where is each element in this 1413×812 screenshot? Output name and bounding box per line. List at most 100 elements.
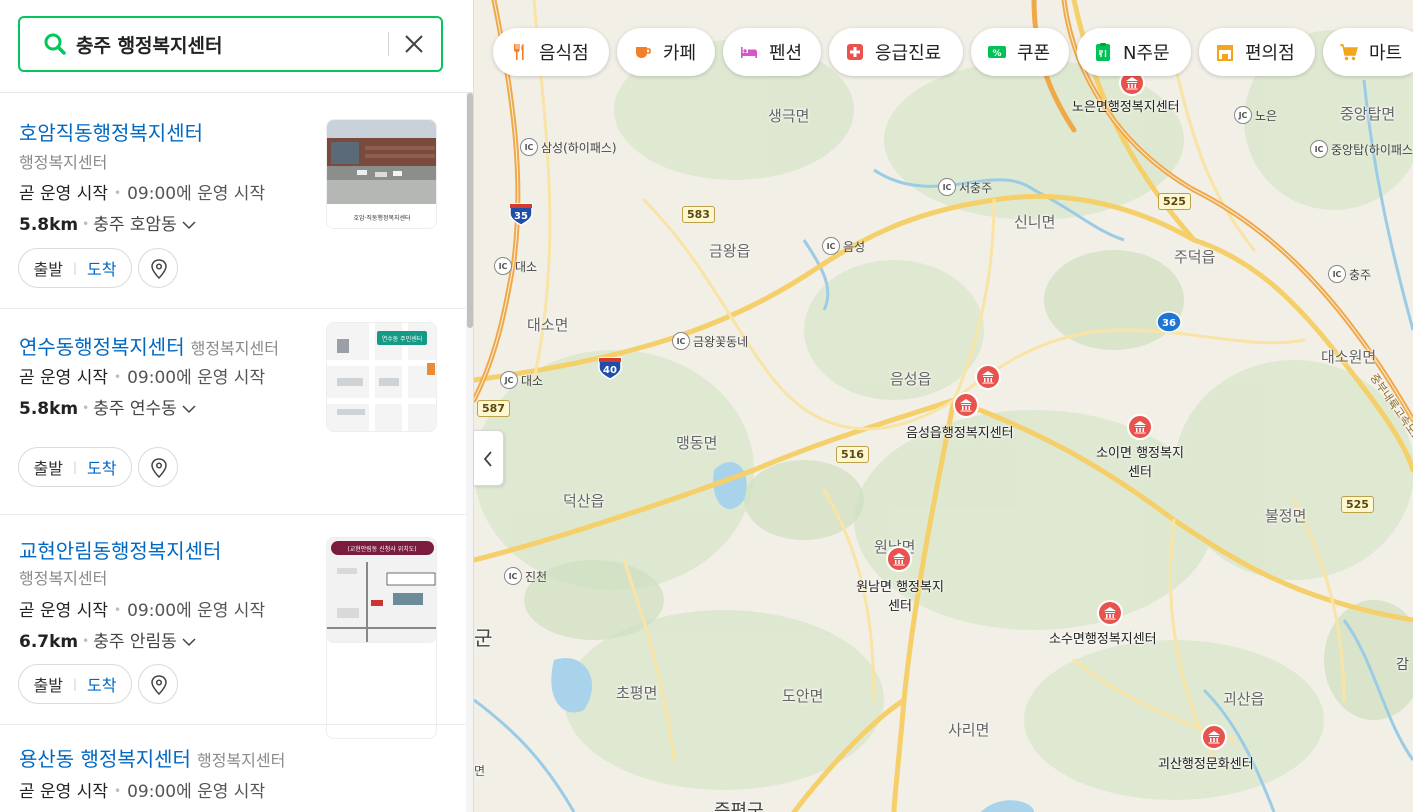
government-building-icon[interactable] <box>1201 724 1227 750</box>
result-distance[interactable]: 5.8km • 충주 연수동 <box>19 394 196 419</box>
center-label[interactable]: 괴산행정문화센터 <box>1158 755 1254 774</box>
region-label: 면 <box>474 764 486 778</box>
result-status: 곧 운영 시작 • 09:00에 운영 시작 <box>19 596 265 621</box>
save-place-button[interactable] <box>138 248 178 288</box>
map-pin-icon <box>151 458 167 478</box>
list-item[interactable]: 용산동 행정복지센터 행정복지센터 곧 운영 시작 • 09:00에 운영 시작 <box>0 725 466 812</box>
result-title[interactable]: 교현안림동행정복지센터 <box>19 535 221 564</box>
save-place-button[interactable] <box>138 447 178 487</box>
search-box[interactable] <box>18 16 443 72</box>
result-distance[interactable]: 5.8km • 충주 호암동 <box>19 210 196 235</box>
road-number: 525 <box>1341 496 1374 513</box>
chip-emergency[interactable]: 응급진료 <box>829 28 963 76</box>
chip-restaurant[interactable]: 음식점 <box>493 28 609 76</box>
center-label[interactable]: 음성읍행정복지센터 <box>906 424 1014 443</box>
svg-text:35: 35 <box>514 211 528 222</box>
chip-pension[interactable]: 펜션 <box>723 28 821 76</box>
coffee-cup-icon <box>636 47 651 58</box>
result-thumbnail[interactable]: 연수동 주민센터 <box>326 322 437 432</box>
ic-label: IC 대소 <box>494 257 537 275</box>
region-label: 금왕읍 <box>709 242 751 260</box>
road-number: 516 <box>836 446 869 463</box>
separator-dot: • <box>82 401 90 415</box>
scrollbar-thumb[interactable] <box>467 93 473 328</box>
region-label: 덕산읍 <box>563 492 605 510</box>
result-distance[interactable]: 6.7km • 충주 안림동 <box>19 627 196 652</box>
center-label[interactable]: 소수면행정복지센터 <box>1049 630 1157 649</box>
chevron-down-icon <box>182 221 196 230</box>
arrive-button[interactable]: 도착 <box>87 672 116 696</box>
svg-text:36: 36 <box>1162 318 1176 329</box>
result-thumbnail[interactable] <box>326 629 437 739</box>
highway-shield-icon: 40 <box>598 357 622 380</box>
results-list[interactable]: 호암직동행정복지센터 행정복지센터 곧 운영 시작 • 09:00에 운영 시작 5… <box>0 93 466 812</box>
highway-shield-icon: 36 <box>1156 311 1182 333</box>
separator-dot: • <box>82 217 90 231</box>
start-button[interactable]: 출발 <box>34 256 63 280</box>
region-label: 생극면 <box>768 107 810 125</box>
chip-n-order[interactable]: N주문 <box>1077 28 1191 76</box>
result-status: 곧 운영 시작 • 09:00에 운영 시작 <box>19 777 265 802</box>
svg-text:40: 40 <box>603 365 617 376</box>
collapse-panel-button[interactable] <box>474 430 504 486</box>
separator-dot: • <box>82 634 90 648</box>
government-building-icon[interactable] <box>1097 600 1123 626</box>
list-item[interactable]: 연수동행정복지센터 행정복지센터 곧 운영 시작 • 09:00에 운영 시작 5.8… <box>0 309 466 515</box>
result-thumbnail[interactable]: 호암·직동행정복지센터 <box>326 119 437 229</box>
save-place-button[interactable] <box>138 664 178 704</box>
separator-dot: • <box>114 603 122 617</box>
result-title[interactable]: 연수동행정복지센터 행정복지센터 <box>19 331 279 360</box>
ic-label: IC 충주 <box>1328 265 1371 283</box>
separator-dot: • <box>114 784 122 798</box>
route-button[interactable]: 출발 | 도착 <box>18 664 132 704</box>
chip-label: 펜션 <box>769 43 803 64</box>
start-button[interactable]: 출발 <box>34 455 63 479</box>
government-building-icon[interactable] <box>1127 414 1153 440</box>
chip-label: 쿠폰 <box>1017 43 1051 64</box>
government-building-icon[interactable] <box>975 364 1001 390</box>
chip-cafe[interactable]: 카페 <box>617 28 715 76</box>
result-thumbnail[interactable]: (교현안림동 신청사 위치도) <box>326 537 437 643</box>
region-label: 중앙탑면 <box>1340 105 1396 123</box>
chip-label: 응급진료 <box>875 43 942 64</box>
center-label[interactable]: 노은면행정복지센터 <box>1072 98 1180 117</box>
ic-label: IC 음성 <box>822 237 865 255</box>
status-text: 곧 운영 시작 <box>19 782 109 802</box>
cart-icon <box>1340 44 1358 61</box>
area-text: 충주 연수동 <box>93 399 177 419</box>
chip-coupon[interactable]: % 쿠폰 <box>971 28 1069 76</box>
arrive-button[interactable]: 도착 <box>87 455 116 479</box>
map-canvas[interactable]: 생극면 금왕읍 대소면 맹동면 덕산읍 음성읍 신니면 주덕읍 대소원면 불정면… <box>474 0 1413 812</box>
thumbnail-caption: 연수동 주민센터 <box>382 335 423 343</box>
route-button[interactable]: 출발 | 도착 <box>18 447 132 487</box>
center-label[interactable]: 소이면 행정복지센터 <box>1094 444 1186 482</box>
government-building-icon[interactable] <box>886 546 912 572</box>
chevron-left-icon <box>483 451 492 467</box>
result-title[interactable]: 용산동 행정복지센터 행정복지센터 <box>19 743 285 772</box>
close-icon[interactable] <box>402 32 426 56</box>
route-button[interactable]: 출발 | 도착 <box>18 248 132 288</box>
map-pin-icon <box>151 259 167 279</box>
start-button[interactable]: 출발 <box>34 672 63 696</box>
search-input[interactable] <box>76 28 376 60</box>
hours-text: 09:00에 운영 시작 <box>127 184 266 204</box>
chip-convenience-store[interactable]: 편의점 <box>1199 28 1315 76</box>
chip-label: 마트 <box>1369 43 1403 64</box>
ic-icon: IC <box>504 567 522 585</box>
chip-mart[interactable]: 마트 <box>1323 28 1413 76</box>
result-title[interactable]: 호암직동행정복지센터 <box>19 117 203 146</box>
region-label: 괴산읍 <box>1223 690 1265 708</box>
list-item[interactable]: 호암직동행정복지센터 행정복지센터 곧 운영 시작 • 09:00에 운영 시작 5… <box>0 93 466 309</box>
chip-label: 편의점 <box>1245 43 1295 64</box>
area-text: 충주 안림동 <box>93 632 177 652</box>
center-label[interactable]: 원남면 행정복지센터 <box>854 578 946 616</box>
arrive-button[interactable]: 도착 <box>87 256 116 280</box>
distance-value: 5.8km <box>19 399 79 419</box>
order-icon <box>1096 43 1110 61</box>
separator-dot: • <box>114 186 122 200</box>
government-building-icon[interactable] <box>953 392 979 418</box>
region-label: 대소원면 <box>1321 348 1377 366</box>
region-label: 도안면 <box>782 687 824 705</box>
region-label: 군 <box>474 626 493 650</box>
scrollbar[interactable] <box>466 93 473 812</box>
